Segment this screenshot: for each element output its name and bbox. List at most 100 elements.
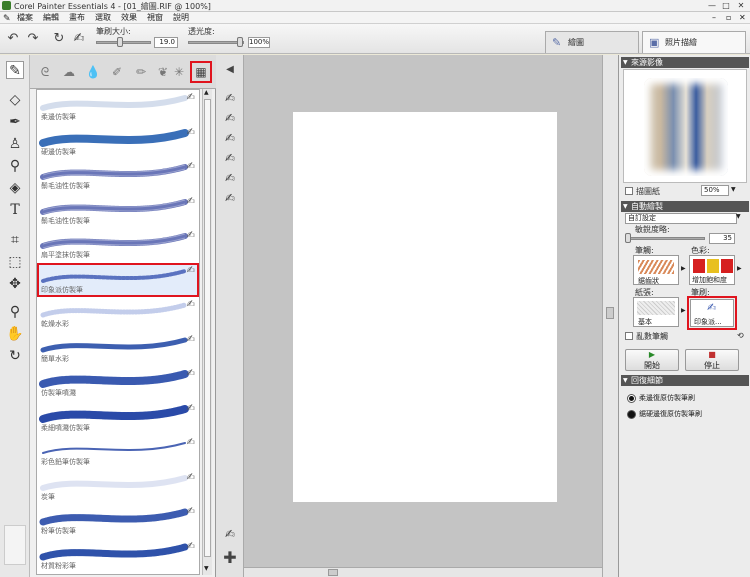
- opacity-knob[interactable]: [237, 37, 243, 47]
- fill-tool-icon[interactable]: ◈: [6, 179, 24, 197]
- restore-soft-option[interactable]: 柔邊復原仿製筆刷: [625, 391, 743, 405]
- brush-size-slider[interactable]: [96, 41, 151, 44]
- brush-list-scrollbar[interactable]: ▲ ▼: [202, 89, 212, 575]
- menu-help[interactable]: 說明: [173, 12, 189, 24]
- drawing-canvas[interactable]: [293, 112, 557, 502]
- restore-detail-header[interactable]: 回復細節: [621, 375, 749, 386]
- brush-variant-item[interactable]: ✍ 乾燥水彩: [37, 297, 199, 331]
- color-preview[interactable]: 增加飽和度: [689, 255, 735, 285]
- zoom-dropdown-icon[interactable]: ▼: [731, 186, 736, 193]
- stroke-preview[interactable]: 鋸齒狀: [633, 255, 679, 285]
- splitter-handle[interactable]: [606, 307, 614, 319]
- close-icon[interactable]: ✕: [734, 0, 748, 11]
- scroll-down-icon[interactable]: ▼: [204, 565, 209, 572]
- brush-preview[interactable]: ✍ 印象派...: [690, 299, 734, 327]
- doc-close-icon[interactable]: ✕: [739, 12, 746, 24]
- brush-variant-item[interactable]: ✍ 印象派仿製筆: [37, 262, 199, 297]
- rotate-icon[interactable]: ↻: [50, 30, 68, 48]
- scroll-up-icon[interactable]: ▲: [204, 89, 209, 96]
- variant-3-icon[interactable]: ✍: [220, 129, 240, 147]
- menu-select[interactable]: 選取: [95, 12, 111, 24]
- zoom-tool-icon[interactable]: ⚲: [6, 303, 24, 321]
- variant-recent-icon[interactable]: ✍: [220, 525, 240, 543]
- variant-5-icon[interactable]: ✍: [220, 169, 240, 187]
- color-dropdown-icon[interactable]: ▶: [737, 265, 742, 272]
- redo-icon[interactable]: ↷: [24, 30, 42, 48]
- restore-hard-radio-icon[interactable]: [627, 410, 636, 419]
- menu-edit[interactable]: 編輯: [43, 12, 59, 24]
- menu-file[interactable]: 檔案: [17, 12, 33, 24]
- restore-soft-radio-icon[interactable]: [627, 394, 636, 403]
- add-variant-icon[interactable]: ✚: [220, 549, 240, 567]
- select-tool-icon[interactable]: ⬚: [6, 253, 24, 271]
- maximize-icon[interactable]: □: [719, 0, 733, 11]
- preset-select[interactable]: 自訂設定: [625, 213, 737, 224]
- category-watercolor-icon[interactable]: 💧: [84, 63, 102, 81]
- paper-dropdown-icon[interactable]: ▶: [681, 307, 686, 314]
- zoom-select[interactable]: 50%: [701, 185, 729, 196]
- menu-canvas[interactable]: 畫布: [69, 12, 85, 24]
- menu-effects[interactable]: 效果: [121, 12, 137, 24]
- brush-tool-icon[interactable]: ✎: [6, 61, 24, 79]
- undo-icon[interactable]: ↶: [4, 30, 22, 48]
- move-tool-icon[interactable]: ✥: [6, 275, 24, 293]
- category-airbrush-icon[interactable]: ☁: [60, 63, 78, 81]
- variant-4-icon[interactable]: ✍: [220, 149, 240, 167]
- brush-variant-list[interactable]: ✍ 柔邊仿製筆 ✍ 硬邊仿製筆 ✍ 鬃毛油性仿製筆 ✍ 鬃毛油性仿製筆 ✍ 扇平塗抹仿製筆 ✍ 印象派…: [36, 89, 200, 575]
- brush-size-knob[interactable]: [117, 37, 123, 47]
- source-image-header[interactable]: 來源影像: [621, 57, 749, 68]
- blender-tool-icon[interactable]: ✒: [6, 113, 24, 131]
- doc-restore-icon[interactable]: ▫: [726, 12, 731, 24]
- category-blender-icon[interactable]: ᘓ: [36, 63, 54, 81]
- pen-pressure-icon[interactable]: ✍: [70, 30, 88, 48]
- stop-button[interactable]: ■ 停止: [685, 349, 739, 371]
- dropper-tool-icon[interactable]: ⚲: [6, 157, 24, 175]
- brush-variant-item[interactable]: ✍ 鬃毛油性仿製筆: [37, 194, 199, 228]
- sensitivity-value[interactable]: 35: [709, 233, 735, 244]
- opacity-value[interactable]: 100%: [248, 37, 270, 48]
- eraser-tool-icon[interactable]: ◇: [6, 91, 24, 109]
- random-stroke-checkbox[interactable]: [625, 332, 633, 340]
- canvas-area[interactable]: [244, 55, 602, 567]
- brush-variant-item[interactable]: ✍ 簡單水彩: [37, 332, 199, 366]
- preset-dropdown-icon[interactable]: ▼: [736, 213, 741, 220]
- panel-splitter[interactable]: [602, 55, 618, 577]
- menu-window[interactable]: 視窗: [147, 12, 163, 24]
- brush-variant-item[interactable]: ✍ 粉筆仿製筆: [37, 504, 199, 538]
- brush-variant-item[interactable]: ✍ 扇平塗抹仿製筆: [37, 228, 199, 262]
- brush-size-value[interactable]: 19.0: [154, 37, 178, 48]
- hscroll-thumb[interactable]: [328, 569, 338, 576]
- auto-painting-header[interactable]: 自動繪製: [621, 201, 749, 212]
- brush-variant-item[interactable]: ✍ 硬邊仿製筆: [37, 125, 199, 159]
- sensitivity-slider[interactable]: [625, 237, 705, 240]
- sensitivity-knob[interactable]: [625, 233, 631, 243]
- crop-tool-icon[interactable]: ⌗: [6, 231, 24, 249]
- trace-checkbox[interactable]: [625, 187, 633, 195]
- brush-variant-item[interactable]: ✍ 鬃毛油性仿製筆: [37, 159, 199, 193]
- brush-variant-item[interactable]: ✍ 柔邊仿製筆: [37, 90, 199, 124]
- variant-1-icon[interactable]: ✍: [220, 89, 240, 107]
- clone-tool-icon[interactable]: ♙: [6, 135, 24, 153]
- brush-variant-item[interactable]: ✍ 柔細噴濺仿製筆: [37, 401, 199, 435]
- tab-photo[interactable]: ▣ 照片描繪: [642, 31, 746, 53]
- brush-variant-item[interactable]: ✍ 炭筆: [37, 470, 199, 504]
- restore-hard-option[interactable]: 鋸硬邊復原仿製筆刷: [625, 407, 743, 421]
- canvas-hscrollbar[interactable]: [244, 567, 602, 577]
- tab-draw[interactable]: ✎ 繪圖: [545, 31, 639, 53]
- category-cloner-icon[interactable]: ▦: [190, 61, 212, 83]
- brush-variant-item[interactable]: ✍ 材質粉彩筆: [37, 539, 199, 573]
- scroll-thumb[interactable]: [204, 99, 211, 557]
- reset-icon[interactable]: ⟲: [737, 331, 744, 340]
- brush-variant-item[interactable]: ✍ 彩色鉛筆仿製筆: [37, 435, 199, 469]
- doc-minimize-icon[interactable]: –: [712, 12, 716, 24]
- rotate-page-icon[interactable]: ↻: [6, 347, 24, 365]
- category-effect-icon[interactable]: ✳: [170, 63, 188, 81]
- variant-2-icon[interactable]: ✍: [220, 109, 240, 127]
- collapse-arrow-icon[interactable]: ◀: [220, 61, 240, 79]
- paper-preview[interactable]: 基本: [633, 297, 679, 327]
- brush-variant-item[interactable]: ✍ 仿製筆噴濺: [37, 366, 199, 400]
- start-button[interactable]: ▶ 開始: [625, 349, 679, 371]
- color-swatch-icon[interactable]: [4, 525, 26, 565]
- text-tool-icon[interactable]: T: [6, 201, 24, 219]
- hand-tool-icon[interactable]: ✋: [6, 325, 24, 343]
